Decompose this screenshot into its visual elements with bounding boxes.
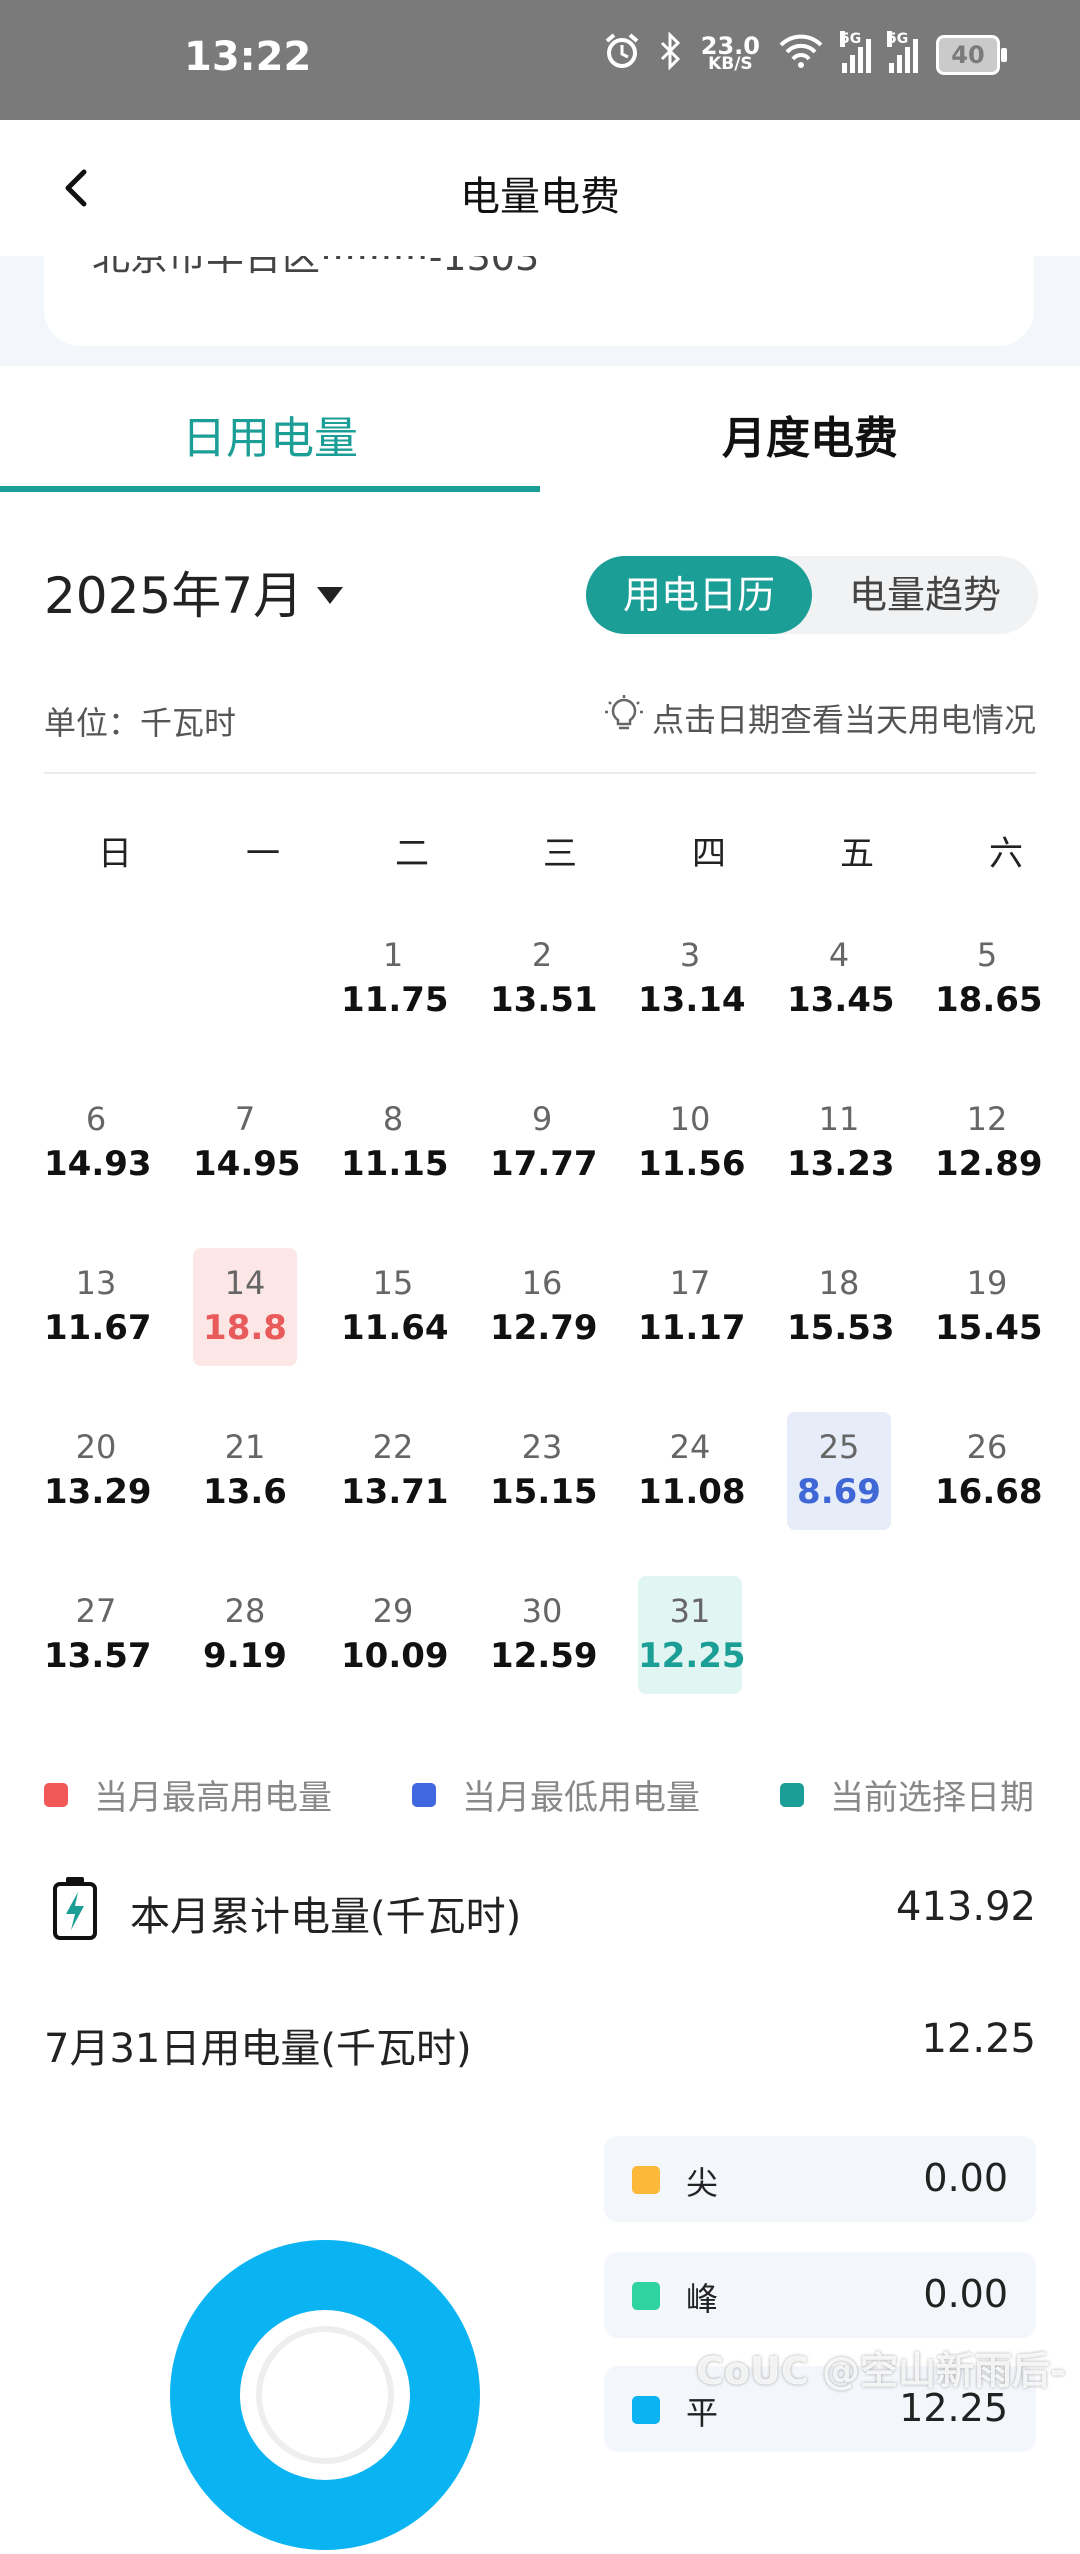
unit-label: 单位：千瓦时 xyxy=(44,704,237,742)
calendar-day[interactable]: 3 13.14 xyxy=(638,920,746,1038)
calendar-day[interactable]: 17 11.17 xyxy=(638,1248,746,1366)
caret-down-icon xyxy=(317,586,344,604)
calendar-day-max[interactable]: 14 18.8 xyxy=(193,1248,297,1366)
weekday-label: 一 xyxy=(246,834,280,874)
calendar-day[interactable]: 10 11.56 xyxy=(638,1084,746,1202)
calendar-day[interactable]: 11 13.23 xyxy=(787,1084,895,1202)
selected-day-row: 7月31日用电量(千瓦时) 12.25 xyxy=(44,2016,1036,2072)
usage-donut-chart xyxy=(170,2240,480,2550)
tab-monthly-bill[interactable]: 月度电费 xyxy=(540,402,1080,466)
breakdown-swatch xyxy=(632,2166,660,2194)
calendar-grid: 1 11.75 2 13.51 3 13.14 4 13.45 5 18.65 6 14.9… xyxy=(44,920,1043,1700)
calendar-day[interactable]: 29 10.09 xyxy=(341,1576,449,1694)
calendar-day[interactable]: 12 12.89 xyxy=(935,1084,1043,1202)
breakdown-item-peak-top: 尖 0.00 xyxy=(604,2136,1036,2222)
legend-selected: 当前选择日期 xyxy=(780,1770,1034,1819)
legend-min: 当月最低用电量 xyxy=(412,1770,700,1819)
selected-day-value: 12.25 xyxy=(921,2016,1036,2062)
month-total-value: 413.92 xyxy=(896,1884,1036,1930)
calendar-day[interactable]: 13 11.67 xyxy=(44,1248,152,1366)
calendar-day[interactable]: 5 18.65 xyxy=(935,920,1043,1038)
calendar-day[interactable]: 9 17.77 xyxy=(490,1084,598,1202)
calendar-day[interactable]: 27 13.57 xyxy=(44,1576,152,1694)
status-icons: 23.0 KB/S 5G 5G 40 xyxy=(603,31,1007,78)
tab-indicator xyxy=(0,486,540,492)
calendar-legend: 当月最高用电量 当月最低用电量 当前选择日期 xyxy=(44,1770,1036,1819)
calendar-day[interactable]: 16 12.79 xyxy=(490,1248,598,1366)
calendar-day[interactable]: 21 13.6 xyxy=(193,1412,297,1530)
calendar-day[interactable]: 7 14.95 xyxy=(193,1084,301,1202)
calendar-day[interactable]: 4 13.45 xyxy=(787,920,895,1038)
calendar-day-selected[interactable]: 31 12.25 xyxy=(638,1576,746,1694)
weekday-label: 二 xyxy=(395,834,429,874)
calendar-day[interactable]: 15 11.64 xyxy=(341,1248,449,1366)
watermark: CoUC @空山新雨后- xyxy=(696,2349,1066,2393)
lightbulb-icon xyxy=(604,694,644,742)
selected-day-label: 7月31日用电量(千瓦时) xyxy=(44,2026,472,2072)
calendar-day[interactable]: 18 15.53 xyxy=(787,1248,895,1366)
breakdown-swatch xyxy=(632,2396,660,2424)
toggle-trend[interactable]: 电量趋势 xyxy=(812,556,1038,634)
breakdown-item-peak: 峰 0.00 xyxy=(604,2252,1036,2338)
battery-icon: 40 xyxy=(936,35,1007,75)
calendar-day[interactable]: 23 15.15 xyxy=(490,1412,598,1530)
wifi-icon xyxy=(778,33,824,77)
address-text: 北京市丰台区·········-1303 xyxy=(92,256,540,279)
signal-icon: 5G xyxy=(887,31,918,73)
toggle-calendar[interactable]: 用电日历 xyxy=(586,556,812,634)
calendar-day[interactable]: 30 12.59 xyxy=(490,1576,598,1694)
legend-swatch xyxy=(412,1782,436,1807)
calendar-day[interactable]: 28 9.19 xyxy=(193,1576,297,1694)
calendar-day-min[interactable]: 25 8.69 xyxy=(787,1412,891,1530)
page-title: 电量电费 xyxy=(460,174,620,220)
calendar-day[interactable]: 20 13.29 xyxy=(44,1412,152,1530)
weekday-header: 日 一 二 三 四 五 六 xyxy=(44,826,1036,876)
month-label: 2025年7月 xyxy=(44,567,304,625)
weekday-label: 五 xyxy=(840,834,874,874)
tab-bar: 日用电量 月度电费 xyxy=(0,366,1080,496)
calendar-day[interactable]: 6 14.93 xyxy=(44,1084,152,1202)
status-bar: 13:22 23.0 KB/S 5G 5G 40 xyxy=(0,0,1080,120)
calendar-day[interactable]: 22 13.71 xyxy=(341,1412,449,1530)
tab-daily-usage[interactable]: 日用电量 xyxy=(0,402,540,466)
legend-swatch xyxy=(44,1782,68,1807)
network-speed: 23.0 KB/S xyxy=(700,32,760,74)
calendar-day[interactable]: 19 15.45 xyxy=(935,1248,1043,1366)
month-picker[interactable]: 2025年7月 xyxy=(44,556,344,628)
weekday-label: 四 xyxy=(692,834,726,874)
calendar-day[interactable]: 8 11.15 xyxy=(341,1084,449,1202)
month-total-label: 本月累计电量(千瓦时) xyxy=(130,1894,522,1940)
month-total-row: 本月累计电量(千瓦时) 413.92 xyxy=(44,1876,1036,1940)
weekday-label: 三 xyxy=(543,834,577,874)
signal-icon: 5G xyxy=(840,31,871,73)
alarm-icon xyxy=(603,32,641,78)
divider xyxy=(44,772,1036,774)
status-time: 13:22 xyxy=(184,34,312,80)
legend-swatch xyxy=(780,1782,804,1807)
address-section: 北京市丰台区·········-1303 xyxy=(0,256,1080,366)
bluetooth-icon xyxy=(659,31,683,78)
breakdown-swatch xyxy=(632,2282,660,2310)
calendar-day[interactable]: 2 13.51 xyxy=(490,920,598,1038)
calendar-day[interactable]: 24 11.08 xyxy=(638,1412,746,1530)
view-toggle: 用电日历 电量趋势 xyxy=(586,556,1038,634)
calendar-day[interactable]: 26 16.68 xyxy=(935,1412,1043,1530)
legend-max: 当月最高用电量 xyxy=(44,1770,332,1819)
app-header: 电量电费 xyxy=(0,120,1080,256)
calendar-day[interactable]: 1 11.75 xyxy=(341,920,449,1038)
weekday-label: 日 xyxy=(98,834,132,874)
weekday-label: 六 xyxy=(989,834,1023,874)
battery-charge-icon xyxy=(52,1876,98,1940)
hint-text: 点击日期查看当天用电情况 xyxy=(604,694,1036,742)
